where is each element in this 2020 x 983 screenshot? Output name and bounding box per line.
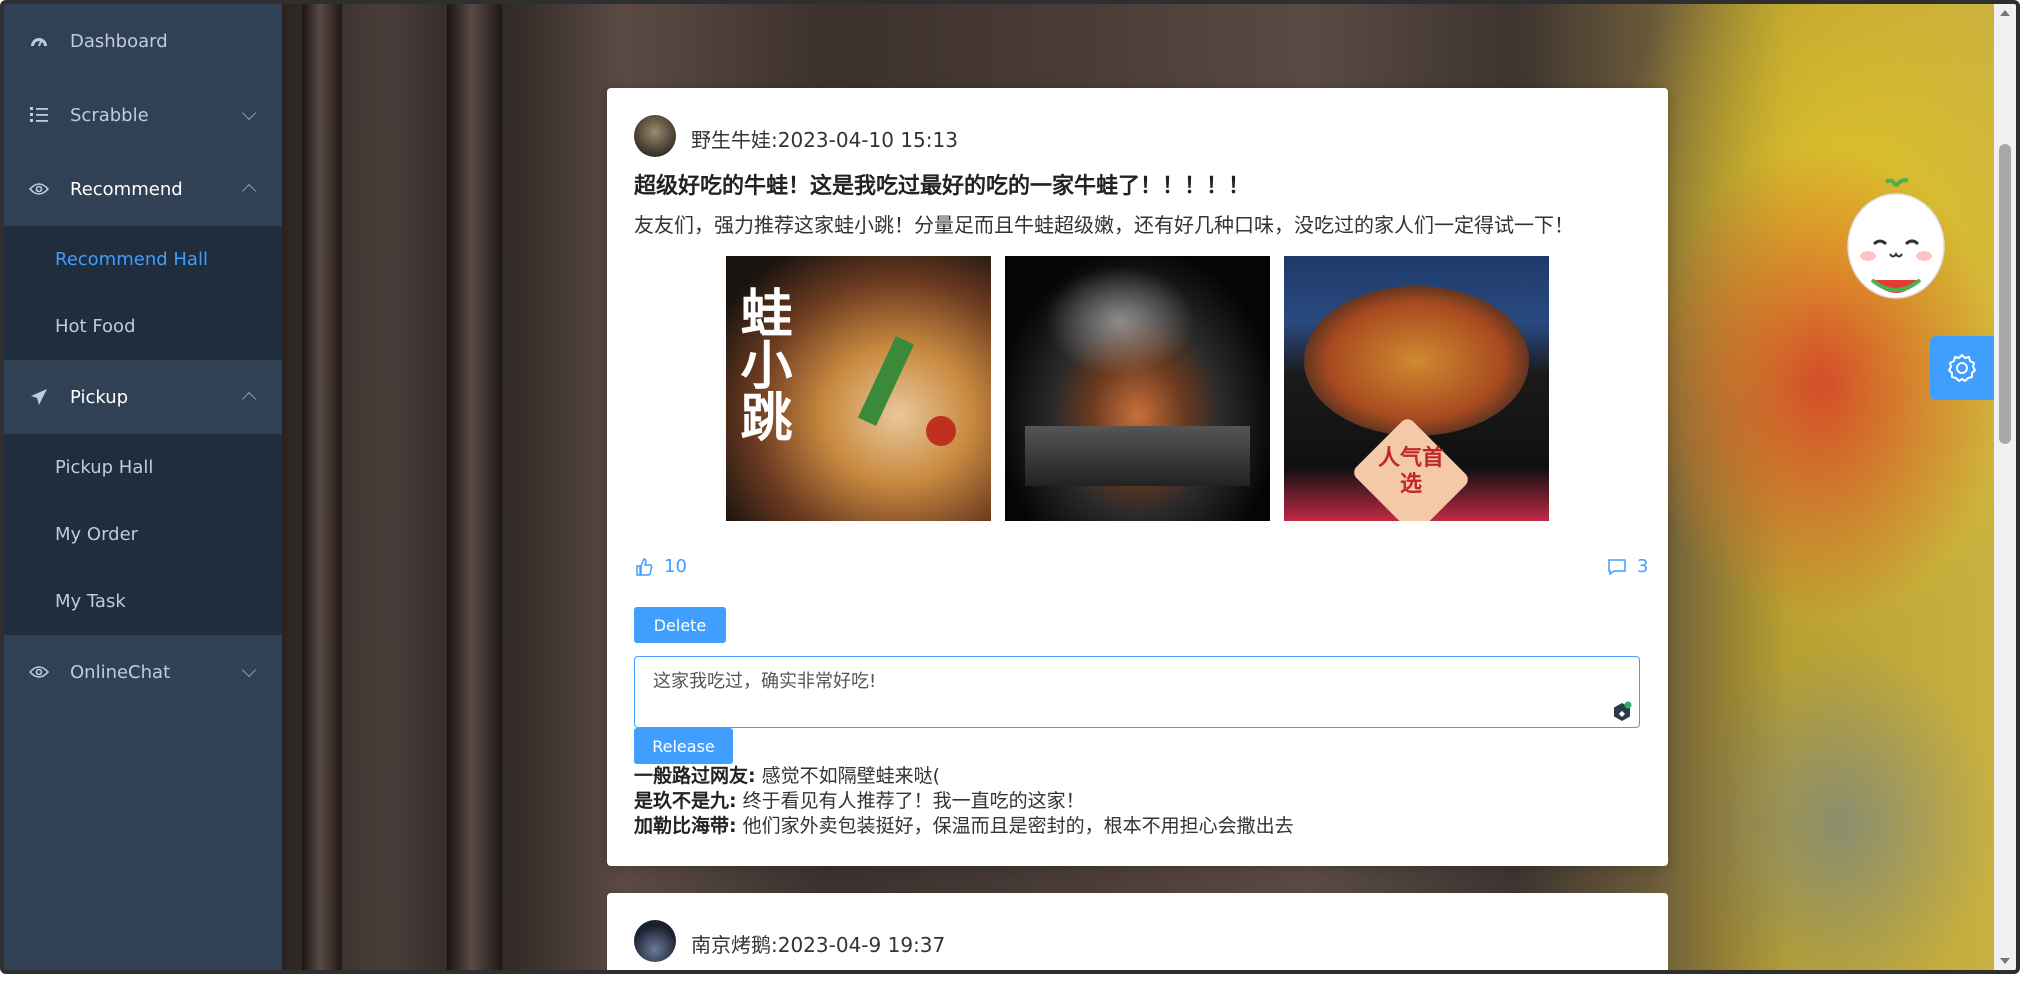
list-icon bbox=[28, 104, 50, 126]
sidebar-item-my-task[interactable]: My Task bbox=[4, 568, 282, 635]
comment-item: 加勒比海带: 他们家外卖包装挺好，保温而且是密封的，根本不用担心会撒出去 bbox=[634, 814, 1294, 839]
background-pole bbox=[447, 4, 502, 970]
comment-count-button[interactable]: 3 bbox=[1607, 556, 1648, 577]
sidebar-item-pickup-hall[interactable]: Pickup Hall bbox=[4, 434, 282, 501]
eye-icon bbox=[28, 178, 50, 200]
sidebar-item-pickup[interactable]: Pickup bbox=[4, 360, 282, 434]
grill-tray bbox=[1025, 426, 1250, 486]
sidebar-item-hot-food[interactable]: Hot Food bbox=[4, 293, 282, 360]
avatar[interactable] bbox=[634, 920, 676, 962]
scrollbar-thumb[interactable] bbox=[1999, 144, 2011, 444]
sidebar-item-label: Dashboard bbox=[70, 30, 168, 52]
comment-user: 一般路过网友: bbox=[634, 765, 756, 787]
sidebar-item-label: OnlineChat bbox=[70, 661, 171, 683]
svg-text:◆: ◆ bbox=[1619, 709, 1626, 718]
comment-item: 一般路过网友: 感觉不如隔壁蛙来哒( bbox=[634, 764, 1294, 789]
background-pole bbox=[302, 4, 342, 970]
scroll-down-arrow[interactable] bbox=[2000, 958, 2010, 964]
steam bbox=[1045, 266, 1195, 376]
post-body: 友友们，强力推荐这家蛙小跳！分量足而且牛蛙超级嫩，还有好几种口味，没吃过的家人们… bbox=[634, 213, 1574, 237]
pickup-submenu: Pickup Hall My Order My Task bbox=[4, 434, 282, 635]
post-title: 超级好吃的牛蛙！这是我吃过最好的吃的一家牛蛙了！！！！！ bbox=[634, 174, 1251, 199]
chevron-down-icon bbox=[241, 662, 257, 678]
sidebar-item-dashboard[interactable]: Dashboard bbox=[4, 4, 282, 78]
like-button[interactable]: 10 bbox=[634, 556, 687, 577]
release-button[interactable]: Release bbox=[634, 728, 733, 764]
spicy-frog-bowl-image[interactable]: 人气首选 bbox=[1284, 256, 1549, 521]
post-author-date: 南京烤鹅:2023-04-9 19:37 bbox=[691, 933, 946, 957]
assistant-icon[interactable]: ◆ bbox=[1611, 701, 1633, 723]
comment-list: 一般路过网友: 感觉不如隔壁蛙来哒( 是玖不是九: 终于看见有人推荐了！我一直吃… bbox=[634, 764, 1294, 839]
sidebar-item-recommend-hall[interactable]: Recommend Hall bbox=[4, 226, 282, 293]
scroll-up-arrow[interactable] bbox=[2000, 10, 2010, 16]
settings-button[interactable] bbox=[1930, 336, 1994, 400]
sidebar-item-my-order[interactable]: My Order bbox=[4, 501, 282, 568]
chevron-up-icon bbox=[241, 183, 257, 199]
sidebar-item-recommend[interactable]: Recommend bbox=[4, 152, 282, 226]
scrollbar[interactable] bbox=[1994, 4, 2016, 970]
comment-user: 是玖不是九: bbox=[634, 790, 737, 812]
sidebar-item-onlinechat[interactable]: OnlineChat bbox=[4, 635, 282, 709]
scallion bbox=[857, 335, 915, 427]
watermelon-mascot-icon[interactable] bbox=[1846, 178, 1946, 306]
sidebar-item-scrabble[interactable]: Scrabble bbox=[4, 78, 282, 152]
comment-icon bbox=[1608, 558, 1626, 575]
sidebar: Dashboard Scrabble Recommend Recommend H… bbox=[4, 4, 282, 970]
post-card: 南京烤鹅:2023-04-9 19:37 bbox=[607, 893, 1668, 983]
delete-button[interactable]: Delete bbox=[634, 607, 726, 643]
sidebar-item-label: Pickup bbox=[70, 386, 129, 408]
comment-text: 他们家外卖包装挺好，保温而且是密封的，根本不用担心会撒出去 bbox=[736, 815, 1294, 837]
image-caption: 蛙小跳 bbox=[731, 286, 792, 442]
comment-item: 是玖不是九: 终于看见有人推荐了！我一直吃的这家！ bbox=[634, 789, 1294, 814]
gear-icon bbox=[1948, 354, 1976, 382]
sidebar-item-label: Scrabble bbox=[70, 104, 149, 126]
frog-pot-image[interactable]: 蛙小跳 bbox=[726, 256, 991, 521]
comment-input[interactable]: 这家我吃过，确实非常好吃! ◆ bbox=[634, 656, 1640, 728]
comment-text: 感觉不如隔壁蛙来哒( bbox=[755, 765, 941, 787]
thumbs-up-icon bbox=[636, 557, 653, 576]
avatar[interactable] bbox=[634, 115, 676, 157]
sidebar-item-label: Recommend bbox=[70, 178, 183, 200]
recommend-submenu: Recommend Hall Hot Food bbox=[4, 226, 282, 360]
dashboard-icon bbox=[28, 30, 50, 52]
chevron-up-icon bbox=[241, 391, 257, 407]
frog-dish bbox=[1304, 286, 1529, 436]
like-count: 10 bbox=[664, 556, 687, 577]
steaming-grill-image[interactable] bbox=[1005, 256, 1270, 521]
chevron-down-icon bbox=[241, 105, 257, 121]
comment-count: 3 bbox=[1637, 556, 1649, 577]
send-icon bbox=[28, 386, 50, 408]
eye-icon bbox=[28, 661, 50, 683]
chili bbox=[926, 416, 956, 446]
comment-text: 终于看见有人推荐了！我一直吃的这家！ bbox=[736, 790, 1085, 812]
post-author-date: 野生牛娃:2023-04-10 15:13 bbox=[691, 128, 958, 152]
popular-badge: 人气首选 bbox=[1377, 446, 1444, 497]
comment-input-value: 这家我吃过，确实非常好吃! bbox=[653, 671, 877, 692]
post-card: 野生牛娃:2023-04-10 15:13 超级好吃的牛蛙！这是我吃过最好的吃的… bbox=[607, 88, 1668, 866]
comment-user: 加勒比海带: bbox=[634, 815, 737, 837]
